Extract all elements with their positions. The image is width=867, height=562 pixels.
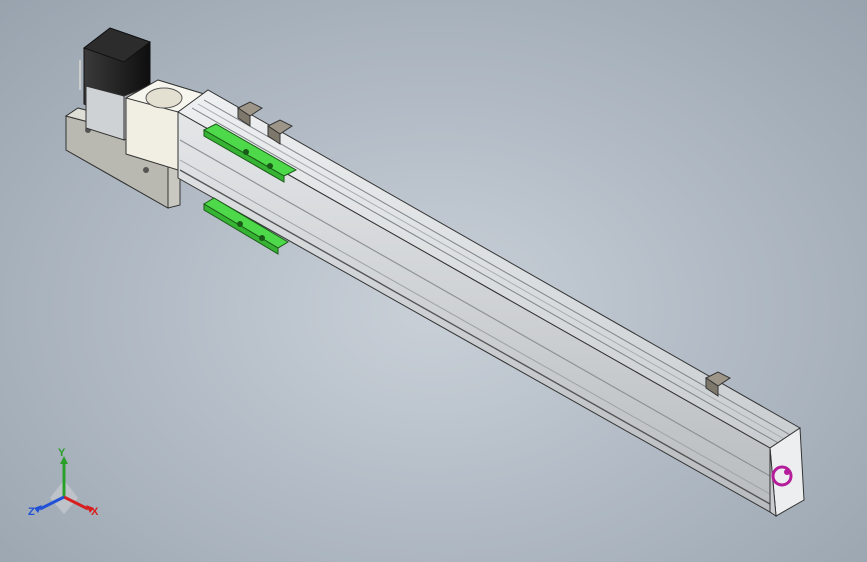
y-axis-label: Y	[58, 447, 66, 459]
coordinate-triad: Y X Z	[28, 447, 99, 518]
x-axis-label: X	[91, 506, 99, 518]
3d-viewport[interactable]: Y X Z	[0, 0, 867, 562]
z-axis-label: Z	[28, 506, 35, 518]
model-canvas[interactable]: Y X Z	[0, 0, 867, 562]
linear-rail-profile[interactable]	[177, 89, 801, 513]
